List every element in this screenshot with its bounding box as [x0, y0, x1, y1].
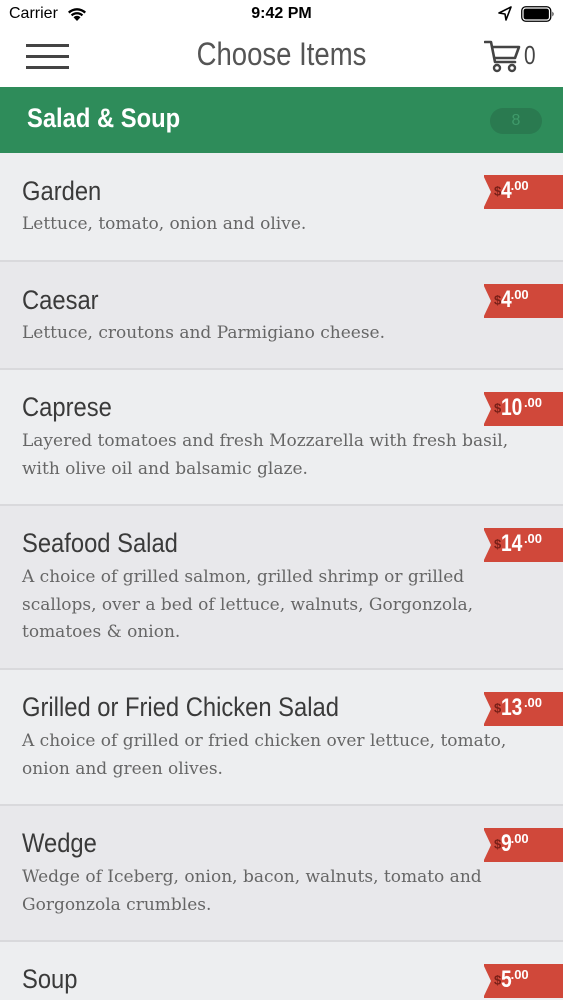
menu-item[interactable]: Grilled or Fried Chicken Salad A choice … — [0, 670, 563, 806]
menu-item[interactable]: Wedge Wedge of Iceberg, onion, bacon, wa… — [0, 806, 563, 942]
category-count-badge: 8 — [490, 108, 542, 134]
menu-item[interactable]: Caprese Layered tomatoes and fresh Mozza… — [0, 370, 563, 506]
price-tag: $9.00 — [483, 828, 563, 862]
price-cents: .00 — [523, 395, 543, 410]
item-name: Garden — [22, 176, 102, 206]
nav-bar: Choose Items 0 — [0, 30, 563, 87]
price-tag: $4.00 — [483, 175, 563, 209]
price-whole: 10 — [501, 394, 523, 421]
cart-icon — [484, 40, 521, 73]
price-whole: 13 — [501, 694, 523, 721]
item-name: Caesar — [22, 285, 99, 315]
menu-item[interactable]: Caesar Lettuce, croutons and Parmigiano … — [0, 262, 563, 370]
item-list: Garden Lettuce, tomato, onion and olive.… — [0, 153, 563, 1000]
price-tag: $4.00 — [483, 284, 563, 318]
battery-icon — [521, 6, 554, 22]
item-description: Wedge of Iceberg, onion, bacon, walnuts,… — [22, 867, 482, 915]
item-name: Caprese — [22, 392, 112, 422]
menu-item[interactable]: Soup $5.00 — [0, 942, 563, 1000]
status-bar: Carrier 9:42 PM — [0, 0, 563, 30]
price-tag: $14.00 — [483, 528, 563, 562]
price-whole: 14 — [501, 530, 523, 557]
item-name: Wedge — [22, 828, 97, 858]
cart-count: 0 — [524, 40, 536, 70]
category-title: Salad & Soup — [27, 103, 181, 133]
price-tag: $10.00 — [483, 392, 563, 426]
item-description: Layered tomatoes and fresh Mozzarella wi… — [22, 431, 509, 479]
item-description: A choice of grilled salmon, grilled shri… — [22, 567, 474, 642]
page-title: Choose Items — [196, 36, 367, 72]
price-cents: .00 — [523, 695, 543, 710]
item-description: Lettuce, tomato, onion and olive. — [22, 214, 307, 234]
price-tag: $5.00 — [483, 964, 563, 998]
item-name: Seafood Salad — [22, 528, 178, 558]
price-cents: .00 — [510, 831, 529, 846]
item-name: Soup — [22, 964, 78, 994]
price-cents: .00 — [510, 287, 529, 302]
location-icon — [498, 6, 512, 21]
category-header[interactable]: Salad & Soup 8 — [0, 87, 563, 153]
item-description: A choice of grilled or fried chicken ove… — [22, 731, 507, 779]
menu-item[interactable]: Garden Lettuce, tomato, onion and olive.… — [0, 153, 563, 262]
price-cents: .00 — [510, 178, 529, 193]
item-name: Grilled or Fried Chicken Salad — [22, 692, 339, 722]
menu-item[interactable]: Seafood Salad A choice of grilled salmon… — [0, 506, 563, 670]
clock-label: 9:42 PM — [251, 5, 312, 22]
cart-button[interactable]: 0 — [484, 38, 544, 76]
price-cents: .00 — [510, 967, 529, 982]
item-description: Lettuce, croutons and Parmigiano cheese. — [22, 323, 386, 343]
price-cents: .00 — [523, 531, 543, 546]
price-tag: $13.00 — [483, 692, 563, 726]
